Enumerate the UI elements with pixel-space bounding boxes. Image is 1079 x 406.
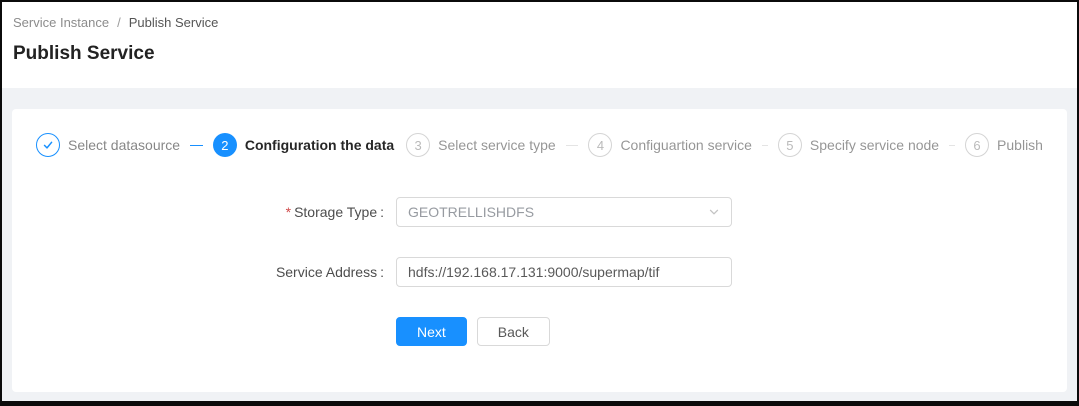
step-specify-service-node: 5 Specify service node xyxy=(778,133,939,157)
step-connector xyxy=(566,145,579,146)
required-mark: * xyxy=(286,204,291,220)
step-publish: 6 Publish xyxy=(965,133,1043,157)
step-label: Publish xyxy=(997,137,1043,153)
step-label: Select datasource xyxy=(68,137,180,153)
step-label: Configuartion service xyxy=(620,137,752,153)
label-colon: : xyxy=(380,204,384,220)
chevron-down-icon xyxy=(708,206,720,218)
step-connector xyxy=(762,145,768,146)
step-label: Select service type xyxy=(438,137,556,153)
service-address-label-text: Service Address xyxy=(276,264,377,280)
storage-type-selected-value: GEOTRELLISHDFS xyxy=(408,204,534,220)
breadcrumb-item-service-instance[interactable]: Service Instance xyxy=(13,15,109,30)
step-configuration-the-data: 2 Configuration the data xyxy=(213,133,394,157)
check-icon xyxy=(42,139,54,151)
breadcrumb-item-publish-service: Publish Service xyxy=(129,15,219,30)
step-connector xyxy=(949,145,955,146)
step-select-datasource: Select datasource xyxy=(36,133,180,157)
step-select-service-type: 3 Select service type xyxy=(406,133,556,157)
step-connector xyxy=(190,145,203,146)
step-number-circle: 2 xyxy=(213,133,237,157)
page-title: Publish Service xyxy=(13,43,1077,65)
page-body: Select datasource 2 Configuration the da… xyxy=(2,88,1077,401)
service-address-input[interactable] xyxy=(396,257,732,287)
breadcrumb: Service Instance / Publish Service xyxy=(13,15,1077,30)
storage-type-label: *Storage Type: xyxy=(36,204,384,220)
app-window: Service Instance / Publish Service Publi… xyxy=(0,0,1079,406)
publish-form: *Storage Type: GEOTRELLISHDFS xyxy=(36,197,1043,346)
step-label: Configuration the data xyxy=(245,137,394,153)
form-actions: Next Back xyxy=(396,317,1043,346)
wizard-card: Select datasource 2 Configuration the da… xyxy=(12,109,1067,392)
storage-type-row: *Storage Type: GEOTRELLISHDFS xyxy=(36,197,1043,227)
page-header: Service Instance / Publish Service Publi… xyxy=(2,2,1077,88)
storage-type-label-text: Storage Type xyxy=(294,204,377,220)
step-number-circle: 4 xyxy=(588,133,612,157)
back-button[interactable]: Back xyxy=(477,317,550,346)
next-button[interactable]: Next xyxy=(396,317,467,346)
step-number-circle: 5 xyxy=(778,133,802,157)
step-label: Specify service node xyxy=(810,137,939,153)
service-address-row: Service Address: xyxy=(36,257,1043,287)
breadcrumb-separator: / xyxy=(117,15,121,30)
label-colon: : xyxy=(380,264,384,280)
storage-type-select[interactable]: GEOTRELLISHDFS xyxy=(396,197,732,227)
step-check-circle xyxy=(36,133,60,157)
step-number-circle: 3 xyxy=(406,133,430,157)
stepper: Select datasource 2 Configuration the da… xyxy=(36,133,1043,157)
step-number-circle: 6 xyxy=(965,133,989,157)
step-configuartion-service: 4 Configuartion service xyxy=(588,133,752,157)
service-address-label: Service Address: xyxy=(36,264,384,280)
